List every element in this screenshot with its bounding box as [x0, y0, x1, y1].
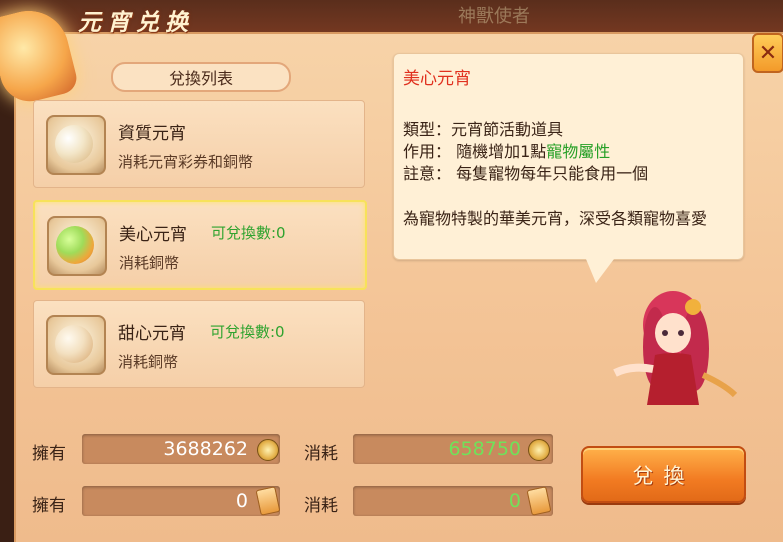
exchange-list-header: 兌換列表: [111, 62, 291, 92]
ticket-own-field: 0: [82, 486, 280, 516]
ticket-cost-value: 0: [508, 490, 521, 512]
copper-coin-icon: [257, 439, 279, 461]
npc-girl-portrait: [613, 291, 738, 405]
item-cost: 消耗元宵彩券和銅幣: [118, 153, 254, 171]
copper-cost-value: 658750: [448, 438, 521, 460]
copper-coin-icon: [528, 439, 550, 461]
detail-note: 註意： 每隻寵物每年只能食用一個: [403, 164, 649, 183]
sweet-yuanxiao-icon: [46, 315, 106, 375]
ticket-cost-field: 0: [353, 486, 553, 516]
cost-label-ticket: 消耗: [304, 496, 338, 516]
item-count: 可兌換數:0: [211, 224, 286, 242]
item-cost: 消耗銅幣: [118, 353, 179, 371]
own-label-copper: 擁有: [32, 444, 66, 464]
background-npc-title: 神獸使者: [458, 6, 530, 27]
ticket-own-value: 0: [235, 490, 248, 512]
list-item-sweet-yuanxiao[interactable]: 甜心元宵 可兌換數:0 消耗銅幣: [33, 300, 365, 388]
exchange-button[interactable]: 兌換: [581, 446, 746, 503]
window-title: 元宵兑换: [78, 9, 194, 36]
detail-description: 為寵物特製的華美元宵，深受各類寵物喜愛: [403, 209, 708, 228]
item-detail-tooltip: 美心元宵 類型：元宵節活動道具 作用： 隨機增加1點寵物屬性 註意： 每隻寵物每…: [393, 53, 744, 283]
detail-effect-highlight: 寵物屬性: [546, 142, 611, 161]
own-label-ticket: 擁有: [32, 496, 66, 516]
beauty-yuanxiao-icon: [47, 216, 107, 276]
copper-own-value: 3688262: [163, 438, 248, 460]
list-item-quality-yuanxiao[interactable]: 資質元宵 消耗元宵彩券和銅幣: [33, 100, 365, 188]
quality-yuanxiao-icon: [46, 115, 106, 175]
item-cost: 消耗銅幣: [119, 254, 180, 272]
detail-effect: 作用： 隨機增加1點寵物屬性: [403, 138, 610, 162]
close-button[interactable]: ✕: [752, 33, 783, 73]
item-name: 甜心元宵: [118, 324, 186, 344]
copper-cost-field: 658750: [353, 434, 553, 464]
detail-effect-prefix: 作用： 隨機增加1點: [403, 142, 547, 161]
cost-label-copper: 消耗: [304, 444, 338, 464]
list-item-beauty-yuanxiao[interactable]: 美心元宵 可兌換數:0 消耗銅幣: [33, 200, 367, 290]
copper-own-field: 3688262: [82, 434, 280, 464]
item-name: 美心元宵: [119, 225, 187, 245]
item-name: 資質元宵: [118, 124, 186, 144]
item-count: 可兌換數:0: [210, 323, 285, 341]
detail-title: 美心元宵: [403, 69, 471, 89]
detail-type: 類型：元宵節活動道具: [403, 120, 564, 139]
